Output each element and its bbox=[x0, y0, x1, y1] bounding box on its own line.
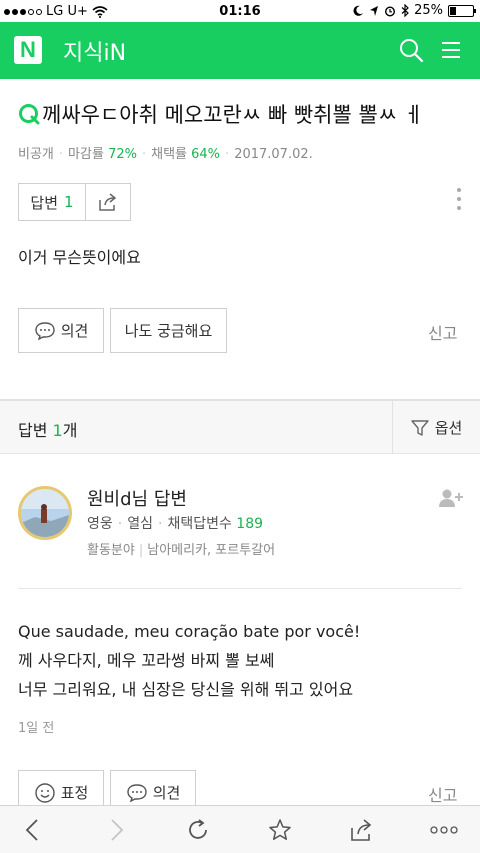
naver-logo[interactable]: N bbox=[14, 36, 42, 64]
question-report-link[interactable]: 신고 bbox=[428, 320, 457, 344]
author-grade: 영웅 bbox=[87, 516, 113, 532]
share-icon bbox=[351, 819, 372, 841]
more-button[interactable] bbox=[420, 806, 468, 853]
answer-count-button[interactable]: 답변 1 bbox=[18, 183, 86, 221]
question-meta: 비공개 · 마감률 72% · 채택률 64% · 2017.07.02. bbox=[18, 147, 313, 162]
avatar[interactable] bbox=[18, 486, 72, 540]
app-header: N 지식iN bbox=[0, 22, 480, 79]
bluetooth-icon bbox=[401, 4, 409, 17]
me-too-curious-label: 나도 궁금해요 bbox=[124, 322, 213, 340]
forward-arrow-icon bbox=[111, 819, 124, 841]
answers-label-prefix: 답변 bbox=[18, 421, 48, 440]
battery-fill bbox=[450, 6, 456, 15]
options-label: 옵션 bbox=[434, 419, 463, 437]
answer-line: 께 사우다지, 메우 꼬라썽 바찌 뽈 보쎄 bbox=[18, 651, 275, 670]
speech-bubble-icon bbox=[126, 783, 147, 802]
adopt-label: 채택률 bbox=[151, 147, 187, 162]
question-q-icon bbox=[19, 104, 40, 125]
field-value: 남아메리카, 포르투갈어 bbox=[147, 543, 276, 558]
answers-count-label: 답변 1개 bbox=[18, 417, 77, 441]
expression-label: 표정 bbox=[60, 784, 89, 802]
page-title[interactable]: 지식iN bbox=[63, 35, 126, 67]
battery-icon bbox=[448, 4, 476, 17]
filter-icon bbox=[410, 419, 429, 436]
answer-line: Que saudade, meu coração bate por você! bbox=[18, 622, 361, 641]
bookmark-button[interactable] bbox=[256, 806, 304, 853]
search-icon[interactable] bbox=[398, 37, 424, 63]
share-icon bbox=[99, 193, 117, 211]
answer-author[interactable]: 원비d님 답변 bbox=[87, 485, 187, 511]
battery-percent: 25% bbox=[414, 3, 443, 18]
answer-button-label: 답변 bbox=[30, 193, 59, 212]
author-field: 활동분야 | 남아메리카, 포르투갈어 bbox=[87, 543, 276, 558]
alarm-icon bbox=[385, 5, 396, 17]
smiley-icon bbox=[34, 782, 55, 803]
status-bar: LG U+ 01:16 25% bbox=[0, 0, 480, 22]
answer-author-stats: 영웅 · 열심 · 채택답변수 189 bbox=[87, 516, 264, 532]
more-dots-icon bbox=[430, 826, 458, 834]
browser-toolbar bbox=[0, 805, 480, 853]
refresh-icon bbox=[189, 819, 207, 839]
answers-header: 답변 1개 옵션 bbox=[0, 401, 480, 454]
adopt-value: 64% bbox=[191, 147, 221, 162]
options-button[interactable]: 옵션 bbox=[392, 401, 480, 454]
answers-count: 1 bbox=[52, 421, 63, 440]
question-title: 께싸우ㄷ아취 메오꼬란ㅆ 빠 빳취뽈 뽈ㅆ ㅔ bbox=[18, 100, 473, 130]
add-friend-icon[interactable] bbox=[438, 488, 464, 508]
deadline-label: 마감률 bbox=[68, 147, 104, 162]
question-opinion-label: 의견 bbox=[60, 322, 89, 340]
me-too-curious-button[interactable]: 나도 궁금해요 bbox=[110, 308, 227, 353]
moon-icon bbox=[353, 5, 364, 16]
question-body: 이거 무슨뜻이에요 bbox=[18, 248, 141, 267]
location-icon bbox=[370, 5, 379, 16]
share-button[interactable] bbox=[85, 183, 131, 221]
answer-line: 너무 그리워요, 내 심장은 당신을 위해 뛰고 있어요 bbox=[18, 680, 354, 699]
answer-report-link[interactable]: 신고 bbox=[428, 782, 457, 806]
star-icon bbox=[269, 819, 291, 840]
adopted-count: 189 bbox=[236, 516, 264, 532]
answer-button-count: 1 bbox=[64, 193, 74, 211]
divider bbox=[18, 588, 462, 589]
author-activity: 열심 bbox=[127, 516, 153, 532]
answer-body: Que saudade, meu coração bate por você! … bbox=[18, 617, 360, 704]
question-opinion-button[interactable]: 의견 bbox=[18, 308, 104, 353]
question-title-text: 께싸우ㄷ아취 메오꼬란ㅆ 빠 빳취뽈 뽈ㅆ ㅔ bbox=[42, 103, 424, 127]
more-options-icon[interactable] bbox=[457, 188, 463, 214]
menu-icon[interactable] bbox=[440, 39, 462, 61]
avatar-image bbox=[21, 489, 69, 537]
question-date: 2017.07.02. bbox=[234, 147, 313, 162]
field-label: 활동분야 bbox=[87, 543, 135, 558]
answer-opinion-label: 의견 bbox=[152, 784, 181, 802]
app-screen: LG U+ 01:16 25% N 지식iN 께싸우ㄷ아취 메오꼬란ㅆ 빠 빳취… bbox=[0, 0, 480, 853]
visibility-label: 비공개 bbox=[18, 147, 54, 162]
back-arrow-icon bbox=[25, 819, 38, 841]
back-button[interactable] bbox=[8, 806, 56, 853]
forward-button[interactable] bbox=[93, 806, 141, 853]
adopted-label: 채택답변수 bbox=[167, 516, 232, 532]
answer-time: 1일 전 bbox=[18, 721, 55, 736]
answers-label-suffix: 개 bbox=[62, 421, 78, 440]
speech-bubble-icon bbox=[34, 321, 55, 340]
share-page-button[interactable] bbox=[338, 806, 386, 853]
deadline-value: 72% bbox=[108, 147, 137, 162]
refresh-button[interactable] bbox=[174, 806, 222, 853]
